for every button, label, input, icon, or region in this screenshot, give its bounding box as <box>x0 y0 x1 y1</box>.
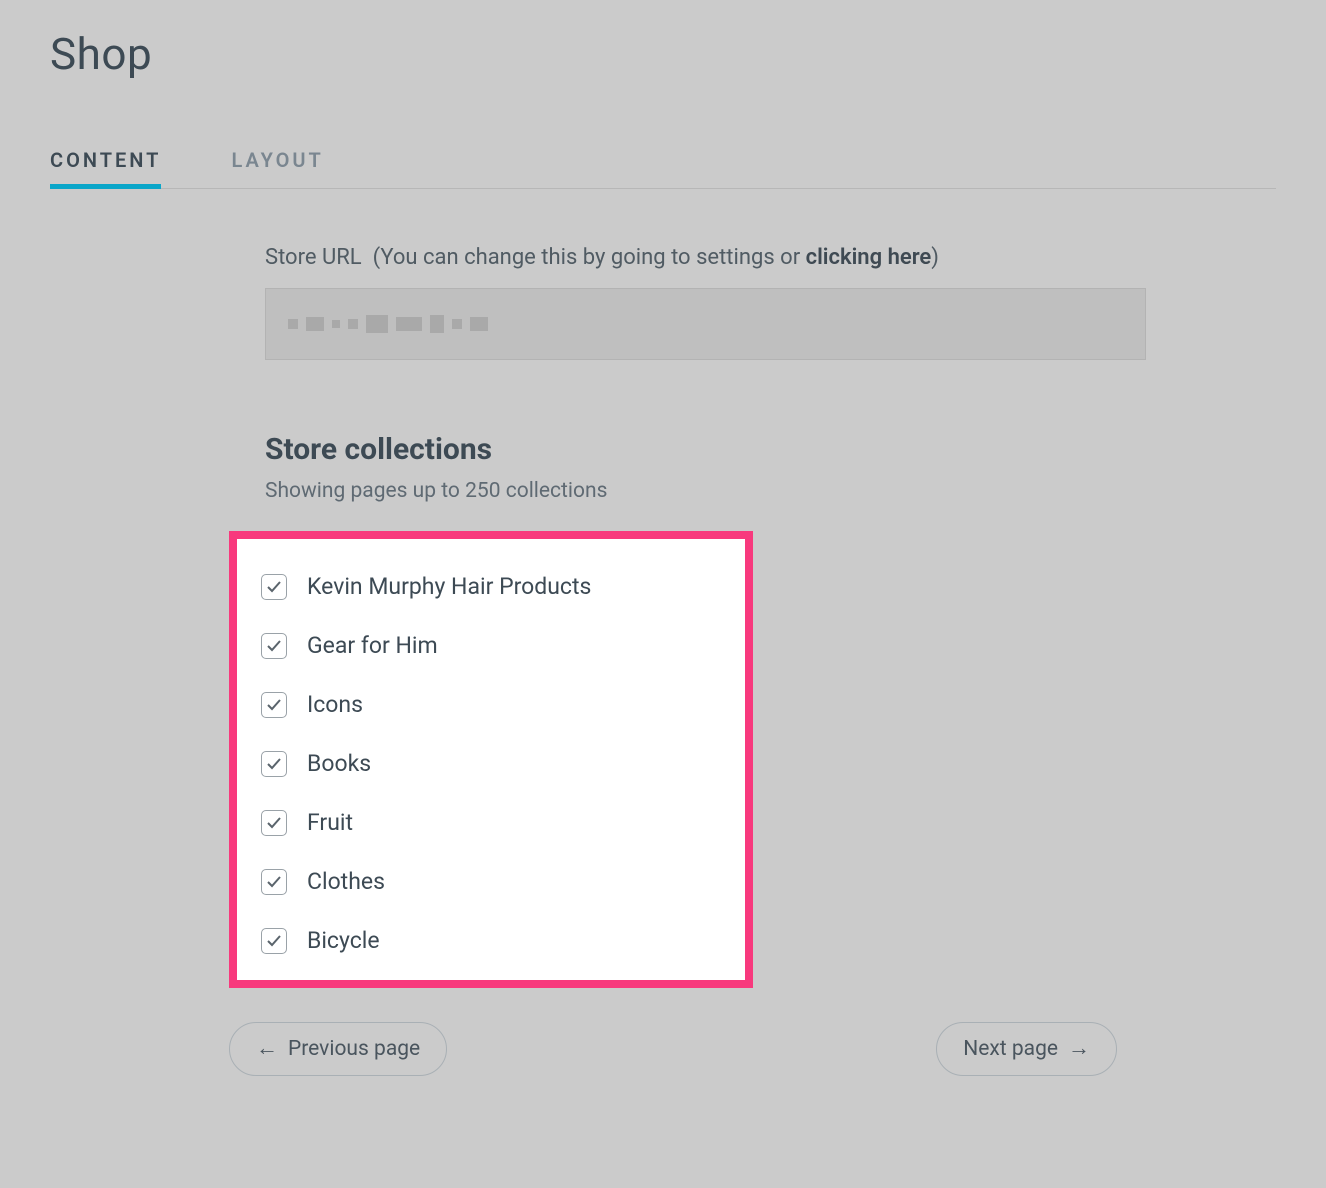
redacted-text <box>470 317 488 331</box>
tab-bar: CONTENT LAYOUT <box>50 136 1276 189</box>
next-page-label: Next page <box>963 1037 1058 1061</box>
tab-content[interactable]: CONTENT <box>50 136 161 188</box>
collection-checkbox[interactable] <box>261 574 287 600</box>
arrow-right-icon: → <box>1068 1038 1090 1060</box>
check-icon <box>266 874 282 890</box>
collection-label: Icons <box>307 691 363 718</box>
check-icon <box>266 933 282 949</box>
tab-layout[interactable]: LAYOUT <box>231 136 323 188</box>
redacted-text <box>366 315 388 333</box>
next-page-button[interactable]: Next page → <box>936 1022 1117 1076</box>
redacted-text <box>396 317 422 331</box>
page-title: Shop <box>50 28 1276 80</box>
check-icon <box>266 579 282 595</box>
check-icon <box>266 697 282 713</box>
collection-row: Fruit <box>255 793 727 852</box>
collection-row: Books <box>255 734 727 793</box>
collection-checkbox[interactable] <box>261 633 287 659</box>
previous-page-label: Previous page <box>288 1037 420 1061</box>
collections-subtext: Showing pages up to 250 collections <box>265 479 1146 503</box>
check-icon <box>266 756 282 772</box>
redacted-text <box>452 319 462 329</box>
redacted-text <box>430 315 444 333</box>
check-icon <box>266 815 282 831</box>
collection-label: Clothes <box>307 868 385 895</box>
store-url-input[interactable] <box>265 288 1146 360</box>
redacted-text <box>348 319 358 329</box>
redacted-text <box>288 319 298 329</box>
redacted-text <box>332 320 340 328</box>
collection-checkbox[interactable] <box>261 810 287 836</box>
collection-row: Icons <box>255 675 727 734</box>
pagination: ← Previous page Next page → <box>229 1022 1117 1076</box>
store-url-label-prefix: Store URL <box>265 245 362 270</box>
collections-heading: Store collections <box>265 432 1146 467</box>
check-icon <box>266 638 282 654</box>
collection-row: Kevin Murphy Hair Products <box>255 557 727 616</box>
collection-row: Gear for Him <box>255 616 727 675</box>
store-url-label-mid: (You can change this by going to setting… <box>373 245 806 270</box>
collection-row: Clothes <box>255 852 727 911</box>
store-url-label-suffix: ) <box>931 245 939 270</box>
collection-checkbox[interactable] <box>261 751 287 777</box>
collection-label: Bicycle <box>307 927 380 954</box>
collection-checkbox[interactable] <box>261 869 287 895</box>
collection-label: Fruit <box>307 809 353 836</box>
collection-label: Books <box>307 750 371 777</box>
arrow-left-icon: ← <box>256 1038 278 1060</box>
collection-checkbox[interactable] <box>261 692 287 718</box>
collection-row: Bicycle <box>255 911 727 970</box>
collection-label: Gear for Him <box>307 632 438 659</box>
previous-page-button[interactable]: ← Previous page <box>229 1022 447 1076</box>
collections-highlight-box: Kevin Murphy Hair Products Gear for Him … <box>229 531 753 988</box>
store-url-change-link[interactable]: clicking here <box>806 245 932 270</box>
collection-label: Kevin Murphy Hair Products <box>307 573 591 600</box>
redacted-text <box>306 317 324 331</box>
collection-checkbox[interactable] <box>261 928 287 954</box>
store-url-label: Store URL (You can change this by going … <box>265 245 1146 270</box>
